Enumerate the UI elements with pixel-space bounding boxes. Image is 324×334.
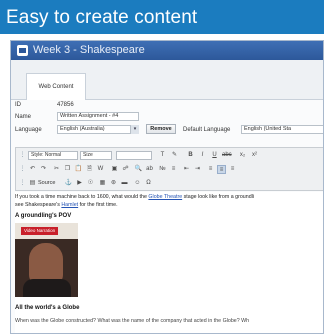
paste-word-icon[interactable]: W (96, 165, 105, 174)
text-color-icon[interactable]: T (158, 151, 167, 160)
horizontal-rule-icon[interactable]: ▬ (120, 179, 129, 188)
content-form: ID 47856 Name Written Assignment - #4 La… (11, 100, 323, 145)
default-language-label: Default Language (183, 127, 231, 133)
strikethrough-icon[interactable]: abc (222, 151, 232, 160)
line2-text-before: see Shakespeare's (15, 202, 62, 208)
link-icon[interactable]: ☍ (121, 165, 130, 174)
id-value: 47856 (57, 102, 74, 108)
editor-content[interactable]: If you took a time machine back to 1600,… (15, 192, 323, 333)
format-combo[interactable] (116, 151, 152, 160)
numbered-list-icon[interactable]: № (158, 165, 167, 174)
align-left-icon[interactable]: ≡ (206, 165, 215, 174)
hamlet-link[interactable]: Hamlet (61, 202, 78, 208)
portrait-collar (23, 279, 71, 297)
id-label: ID (15, 102, 21, 108)
bullet-list-icon[interactable]: ≡ (169, 165, 178, 174)
window-icon (17, 45, 28, 56)
undo-icon[interactable]: ↶ (28, 165, 37, 174)
outdent-icon[interactable]: ⇤ (182, 165, 191, 174)
editor-window: Week 3 - Shakespeare Web Content ID 4785… (10, 40, 324, 334)
globe-theatre-link[interactable]: Globe Theatre (148, 194, 182, 200)
copy-icon[interactable]: ❐ (63, 165, 72, 174)
smiley-icon[interactable]: ☺ (133, 179, 142, 188)
style-value: Normal (44, 152, 62, 158)
background-color-icon[interactable]: ✎ (170, 151, 179, 160)
default-language-select[interactable]: English (United Sta (241, 125, 323, 134)
superscript-icon[interactable]: x² (250, 151, 259, 160)
paste-icon[interactable]: 📋 (74, 165, 83, 174)
paste-text-icon[interactable]: 🗎 (85, 165, 94, 174)
underline-icon[interactable]: U (210, 151, 219, 160)
anchor-icon[interactable]: ⚓ (64, 179, 73, 188)
find-icon[interactable]: 🔍 (134, 165, 143, 174)
style-combo[interactable]: Style: Normal (28, 151, 78, 160)
language-select[interactable]: English (Australia) (57, 125, 139, 134)
video-narration-badge: Video Narration (21, 227, 59, 235)
name-label: Name (15, 114, 32, 120)
bold-icon[interactable]: B (186, 151, 195, 160)
intro-paragraph: If you took a time machine back to 1600,… (15, 193, 323, 201)
align-right-icon[interactable]: ≡ (228, 165, 237, 174)
grip-icon: ⋮ (19, 166, 26, 172)
intro-text-after: stage look like from a groundli (182, 194, 254, 200)
flash-icon[interactable]: ⊛ (109, 179, 118, 188)
chevron-down-icon[interactable]: ▾ (130, 125, 139, 134)
tab-web-content[interactable]: Web Content (26, 73, 86, 100)
name-input[interactable]: Written Assignment - #4 (57, 112, 139, 121)
language-label: Language (15, 127, 42, 133)
source-button[interactable]: Source (38, 179, 55, 188)
editor-toolbar: ⋮ Style: Normal Size T ✎ B I U abc x₂ x²… (15, 147, 323, 191)
image-icon[interactable]: ▣ (110, 165, 119, 174)
remove-button[interactable]: Remove (146, 124, 176, 134)
section-heading-groundling: A groundling's POV (15, 213, 72, 219)
video-thumbnail[interactable]: Video Narration (15, 223, 78, 297)
globe-paragraph: When was the Globe constructed? What was… (15, 318, 250, 324)
banner-title: Easy to create content (6, 7, 198, 28)
intro-text-before: If you took a time machine back to 1600,… (15, 194, 149, 200)
redo-icon[interactable]: ↷ (39, 165, 48, 174)
toolbar-row-2: ⋮ ↶ ↷ ✂ ❐ 📋 🗎 W ▣ ☍ 🔍 ab № ≡ ⇤ ⇥ ≡ ≡ ≡ (18, 164, 323, 176)
section-heading-globe: All the world's a Globe (15, 305, 80, 311)
line2-text-after: for the first time. (78, 202, 118, 208)
grip-icon: ⋮ (19, 180, 26, 186)
language-select-value: English (Australia) (60, 126, 105, 132)
special-char-icon[interactable]: Ω (144, 179, 153, 188)
align-center-icon[interactable]: ≡ (217, 165, 226, 174)
subscript-icon[interactable]: x₂ (238, 151, 247, 160)
tab-strip: Web Content (11, 60, 323, 100)
insert-file-icon[interactable]: ☉ (86, 179, 95, 188)
intro-paragraph-line-2: see Shakespeare's Hamlet for the first t… (15, 201, 323, 209)
toolbar-row-3: ⋮ ▤ Source ⚓ ▶ ☉ ▦ ⊛ ▬ ☺ Ω (18, 178, 323, 190)
grip-icon: ⋮ (19, 152, 26, 158)
cut-icon[interactable]: ✂ (52, 165, 61, 174)
style-label: Style (31, 152, 43, 158)
media-icon[interactable]: ▶ (75, 179, 84, 188)
replace-icon[interactable]: ab (145, 165, 154, 174)
size-label: Size (83, 152, 93, 158)
window-title: Week 3 - Shakespeare (33, 44, 145, 56)
window-titlebar: Week 3 - Shakespeare (11, 41, 323, 60)
italic-icon[interactable]: I (198, 151, 207, 160)
source-icon[interactable]: ▤ (28, 179, 37, 188)
table-icon[interactable]: ▦ (98, 179, 107, 188)
header-banner: Easy to create content (0, 0, 324, 34)
indent-icon[interactable]: ⇥ (193, 165, 202, 174)
size-combo[interactable]: Size (80, 151, 112, 160)
toolbar-row-1: ⋮ Style: Normal Size T ✎ B I U abc x₂ x² (18, 150, 323, 162)
